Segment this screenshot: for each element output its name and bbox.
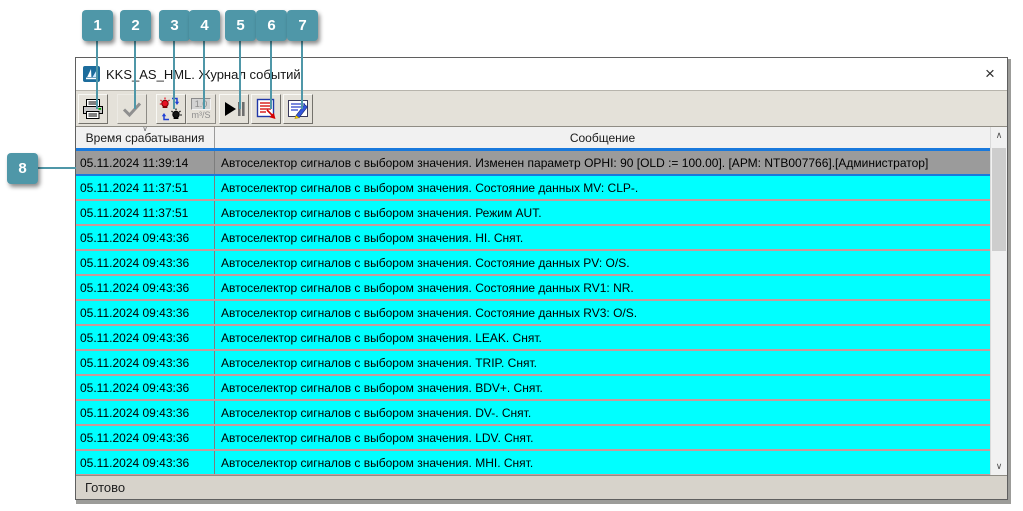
table-row[interactable]: 05.11.2024 09:43:36 Автоселектор сигнало… — [76, 226, 990, 251]
scroll-up-icon[interactable]: ∧ — [991, 127, 1007, 144]
callout-badge-4: 4 — [189, 10, 220, 41]
callout-line-2 — [134, 41, 136, 109]
titlebar: KKS_AS_HML. Журнал событий × — [76, 58, 1007, 90]
table-row[interactable]: 05.11.2024 09:43:36 Автоселектор сигнало… — [76, 376, 990, 401]
callout-badge-1: 1 — [82, 10, 113, 41]
table-row[interactable]: 05.11.2024 09:43:36 Автоселектор сигнало… — [76, 251, 990, 276]
scroll-down-icon[interactable]: ∨ — [991, 458, 1007, 475]
vertical-scrollbar[interactable]: ∧ ∨ — [990, 127, 1007, 475]
event-list-icon — [253, 96, 279, 122]
row-time: 05.11.2024 09:43:36 — [76, 301, 215, 324]
close-icon[interactable]: × — [973, 60, 1007, 88]
callout-line-3 — [173, 41, 175, 109]
callout-badge-6: 6 — [256, 10, 287, 41]
row-message: Автоселектор сигналов с выбором значения… — [215, 301, 990, 324]
callout-badge-3: 3 — [159, 10, 190, 41]
callout-line-4 — [203, 41, 205, 109]
table-row[interactable]: 05.11.2024 09:43:36 Автоселектор сигнало… — [76, 301, 990, 326]
table-row[interactable]: 05.11.2024 11:39:14 Автоселектор сигнало… — [76, 151, 990, 176]
units-display-button[interactable]: 1.0 m³/S — [186, 94, 216, 124]
row-time: 05.11.2024 09:43:36 — [76, 351, 215, 374]
table-header: ∨ Время срабатывания Сообщение — [76, 127, 990, 151]
alarm-lamps-icon — [158, 96, 184, 122]
callout-badge-7: 7 — [287, 10, 318, 41]
row-time: 05.11.2024 09:43:36 — [76, 251, 215, 274]
table-row[interactable]: 05.11.2024 09:43:36 Автоселектор сигнало… — [76, 276, 990, 301]
row-time: 05.11.2024 09:43:36 — [76, 401, 215, 424]
column-header-message[interactable]: Сообщение — [215, 127, 990, 148]
event-filter-button[interactable] — [251, 94, 281, 124]
table-row[interactable]: 05.11.2024 09:43:36 Автоселектор сигнало… — [76, 426, 990, 451]
row-time: 05.11.2024 09:43:36 — [76, 276, 215, 299]
row-time: 05.11.2024 09:43:36 — [76, 451, 215, 474]
edit-journal-button[interactable] — [283, 94, 313, 124]
row-message: Автоселектор сигналов с выбором значения… — [215, 226, 990, 249]
row-message: Автоселектор сигналов с выбором значения… — [215, 351, 990, 374]
status-text: Готово — [85, 480, 125, 495]
play-pause-button[interactable] — [219, 94, 249, 124]
print-button[interactable] — [78, 94, 108, 124]
row-message: Автоселектор сигналов с выбором значения… — [215, 151, 990, 174]
row-time: 05.11.2024 11:39:14 — [76, 151, 215, 174]
play-pause-icon — [221, 96, 247, 122]
printer-icon — [81, 97, 105, 121]
callout-line-1 — [96, 41, 98, 109]
column-header-message-label: Сообщение — [570, 131, 635, 145]
toolbar: 1.0 m³/S — [76, 90, 1007, 127]
acknowledge-button[interactable] — [117, 94, 147, 124]
row-message: Автоселектор сигналов с выбором значения… — [215, 326, 990, 349]
checkmark-icon — [120, 97, 144, 121]
table-rows: 05.11.2024 11:39:14 Автоселектор сигнало… — [76, 151, 990, 475]
units-value: 1.0 — [191, 98, 212, 110]
row-time: 05.11.2024 09:43:36 — [76, 376, 215, 399]
row-time: 05.11.2024 09:43:36 — [76, 326, 215, 349]
callout-badge-5: 5 — [225, 10, 256, 41]
sort-indicator-icon: ∨ — [142, 127, 148, 133]
table-row[interactable]: 05.11.2024 11:37:51 Автоселектор сигнало… — [76, 201, 990, 226]
notepad-pencil-icon — [285, 96, 311, 122]
row-message: Автоселектор сигналов с выбором значения… — [215, 201, 990, 224]
status-bar: Готово — [76, 475, 1007, 499]
row-message: Автоселектор сигналов с выбором значения… — [215, 451, 990, 474]
table-row[interactable]: 05.11.2024 09:43:36 Автоселектор сигнало… — [76, 401, 990, 426]
alarm-settings-button[interactable] — [156, 94, 186, 124]
callout-badge-2: 2 — [120, 10, 151, 41]
row-time: 05.11.2024 09:43:36 — [76, 226, 215, 249]
table-row[interactable]: 05.11.2024 09:43:36 Автоселектор сигнало… — [76, 451, 990, 475]
callout-line-5 — [239, 41, 241, 109]
units-label: m³/S — [192, 111, 211, 120]
scrollbar-thumb[interactable] — [992, 148, 1006, 251]
callout-line-6 — [270, 41, 272, 109]
callout-badge-8: 8 — [7, 153, 38, 184]
callout-line-8 — [38, 167, 76, 169]
event-journal-window: KKS_AS_HML. Журнал событий × — [75, 57, 1008, 500]
row-message: Автоселектор сигналов с выбором значения… — [215, 176, 990, 199]
callout-line-7 — [301, 41, 303, 109]
row-message: Автоселектор сигналов с выбором значения… — [215, 276, 990, 299]
row-time: 05.11.2024 11:37:51 — [76, 201, 215, 224]
row-message: Автоселектор сигналов с выбором значения… — [215, 426, 990, 449]
column-header-time[interactable]: ∨ Время срабатывания — [76, 127, 215, 148]
row-message: Автоселектор сигналов с выбором значения… — [215, 376, 990, 399]
table-row[interactable]: 05.11.2024 11:37:51 Автоселектор сигнало… — [76, 176, 990, 201]
table-row[interactable]: 05.11.2024 09:43:36 Автоселектор сигнало… — [76, 351, 990, 376]
row-time: 05.11.2024 11:37:51 — [76, 176, 215, 199]
row-time: 05.11.2024 09:43:36 — [76, 426, 215, 449]
event-table: ∨ Время срабатывания Сообщение 05.11.202… — [76, 127, 1007, 475]
row-message: Автоселектор сигналов с выбором значения… — [215, 251, 990, 274]
row-message: Автоселектор сигналов с выбором значения… — [215, 401, 990, 424]
table-row[interactable]: 05.11.2024 09:43:36 Автоселектор сигнало… — [76, 326, 990, 351]
